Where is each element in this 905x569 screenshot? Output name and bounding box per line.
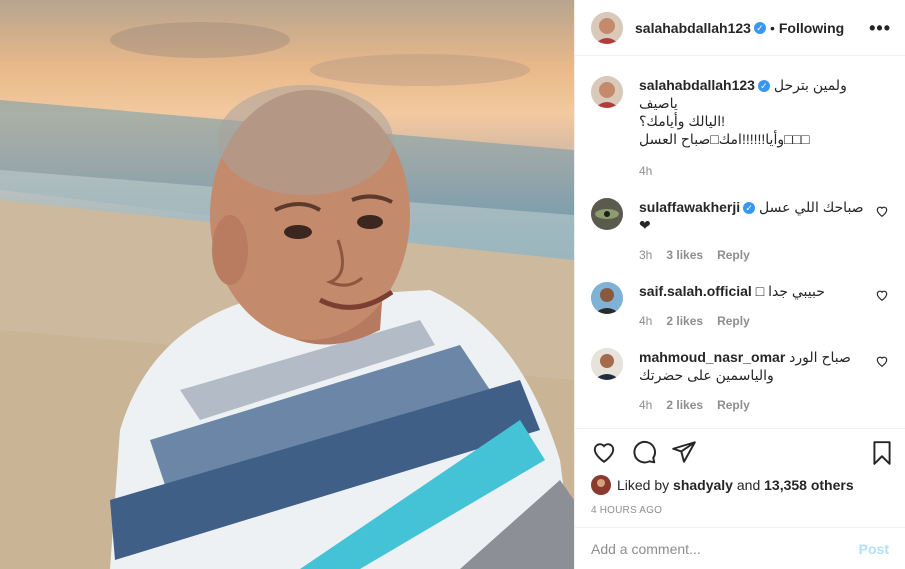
instagram-post: salahabdallah123 ✓ • Following ••• salah… <box>0 0 905 569</box>
post-side-panel: salahabdallah123 ✓ • Following ••• salah… <box>574 0 905 569</box>
verified-badge-icon: ✓ <box>757 80 770 93</box>
like-heart-icon[interactable] <box>591 439 617 465</box>
commenter-avatar[interactable] <box>591 348 623 380</box>
separator-dot: • <box>769 19 775 36</box>
liked-by-prefix: Liked by <box>617 477 670 493</box>
like-comment-heart-icon[interactable] <box>875 288 889 302</box>
liked-by-row: Liked by shadyaly and 13,358 others <box>591 475 889 495</box>
post-actions: Liked by shadyaly and 13,358 others 4 HO… <box>575 428 905 528</box>
comment-text: حبيبي جدا □ <box>755 283 825 299</box>
comment-item: mahmoud_nasr_omar صباح الورد والياسمين ع… <box>591 348 889 412</box>
post-comment-button[interactable]: Post <box>859 541 889 557</box>
caption-avatar[interactable] <box>591 76 623 108</box>
comment-text-line2: ❤ <box>639 217 651 233</box>
author-avatar[interactable] <box>591 11 623 44</box>
like-comment-heart-icon[interactable] <box>875 354 889 368</box>
comment-item: saif.salah.official حبيبي جدا □ 4h 2 lik… <box>591 282 889 328</box>
likes-count-link[interactable]: 13,358 others <box>764 477 854 493</box>
comment-username-link[interactable]: sulaffawakherji <box>639 199 740 215</box>
post-header: salahabdallah123 ✓ • Following ••• <box>575 0 905 56</box>
liker-username-link[interactable]: shadyaly <box>673 477 733 493</box>
comment-item: sulaffawakherji ✓ صباحك اللي عسل ❤ 3h 3 l… <box>591 198 889 262</box>
comment-text: صباح الورد <box>789 349 851 365</box>
liked-by-and: and <box>736 477 761 493</box>
verified-badge-icon: ✓ <box>753 21 766 34</box>
comment-text: صباحك اللي عسل <box>759 199 864 215</box>
caption-time[interactable]: 4h <box>639 164 652 178</box>
caption-text-line3: □□□وأيا!!!!!!امك□صباح العسل <box>639 131 810 147</box>
share-paper-plane-icon[interactable] <box>671 439 697 465</box>
author-username-link[interactable]: salahabdallah123 <box>635 20 751 36</box>
caption-text-line2: !اليالك وأيامك؟ <box>639 113 726 129</box>
comment-username-link[interactable]: mahmoud_nasr_omar <box>639 349 785 365</box>
post-photo[interactable] <box>0 0 574 569</box>
like-comment-heart-icon[interactable] <box>875 204 889 218</box>
verified-badge-icon: ✓ <box>743 202 756 215</box>
comments-list[interactable]: salahabdallah123 ✓ ولمين بترحل ياصيف !الي… <box>575 56 905 428</box>
reply-button[interactable]: Reply <box>717 398 750 412</box>
comment-time[interactable]: 4h <box>639 398 652 412</box>
caption: salahabdallah123 ✓ ولمين بترحل ياصيف !الي… <box>591 76 889 178</box>
comment-time[interactable]: 4h <box>639 314 652 328</box>
comment-username-link[interactable]: saif.salah.official <box>639 283 752 299</box>
add-comment-bar: Post <box>575 527 905 569</box>
reply-button[interactable]: Reply <box>717 248 750 262</box>
more-options-icon[interactable]: ••• <box>869 18 891 39</box>
comment-text-line2: والياسمين على حضرتك <box>639 367 774 383</box>
post-timestamp[interactable]: 4 HOURS AGO <box>591 505 889 516</box>
comment-likes-link[interactable]: 2 likes <box>666 314 703 328</box>
commenter-avatar[interactable] <box>591 282 623 314</box>
reply-button[interactable]: Reply <box>717 314 750 328</box>
comment-bubble-icon[interactable] <box>631 439 657 465</box>
comment-time[interactable]: 3h <box>639 248 652 262</box>
commenter-avatar[interactable] <box>591 198 623 230</box>
beach-portrait-image <box>0 22 574 569</box>
caption-username-link[interactable]: salahabdallah123 <box>639 77 755 93</box>
following-button[interactable]: Following <box>779 20 844 36</box>
comment-likes-link[interactable]: 2 likes <box>666 398 703 412</box>
save-bookmark-icon[interactable] <box>869 440 895 466</box>
add-comment-input[interactable] <box>591 540 859 557</box>
liker-avatar[interactable] <box>591 475 611 495</box>
comment-likes-link[interactable]: 3 likes <box>666 248 703 262</box>
